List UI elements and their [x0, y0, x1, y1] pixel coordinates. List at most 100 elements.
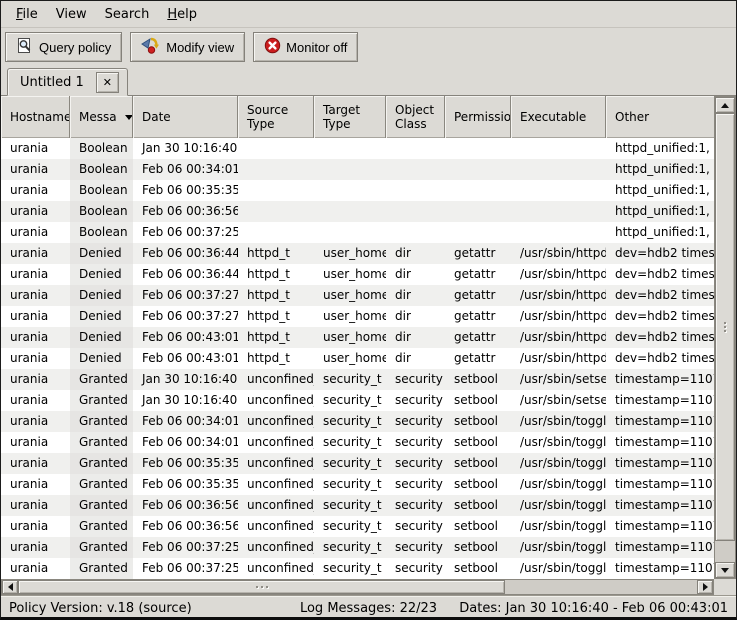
column-header-other[interactable]: Other	[606, 96, 714, 138]
column-header-hostname[interactable]: Hostname	[1, 96, 70, 138]
table-cell: setbool	[445, 453, 511, 474]
table-cell: /usr/sbin/toggle	[511, 537, 606, 558]
query-policy-label: Query policy	[39, 40, 111, 55]
table-row[interactable]: uraniaBooleanJan 30 10:16:40httpd_unifie…	[1, 138, 714, 159]
table-row[interactable]: uraniaGrantedFeb 06 00:34:01unconfined_s…	[1, 432, 714, 453]
table-cell: urania	[1, 369, 70, 390]
table-cell: unconfined_	[238, 474, 314, 495]
table-cell	[314, 180, 386, 201]
table-row[interactable]: uraniaGrantedFeb 06 00:35:35unconfined_s…	[1, 453, 714, 474]
app-window: FileViewSearchHelp Query policy	[0, 0, 737, 620]
table-cell: timestamp=11076	[606, 537, 714, 558]
monitor-off-button[interactable]: Monitor off	[253, 32, 358, 62]
table-cell: dev=hdb2 timesta	[606, 285, 714, 306]
table-cell: timestamp=11076	[606, 474, 714, 495]
column-header-permission[interactable]: Permission	[445, 96, 511, 138]
table-row[interactable]: uraniaDeniedFeb 06 00:37:27httpd_tuser_h…	[1, 285, 714, 306]
table-row[interactable]: uraniaBooleanFeb 06 00:36:56httpd_unifie…	[1, 201, 714, 222]
vertical-scrollbar-thumb[interactable]	[715, 113, 735, 541]
column-header-executable[interactable]: Executable	[511, 96, 606, 138]
table-cell: Boolean	[70, 222, 133, 243]
table-cell: httpd_t	[238, 348, 314, 369]
table-cell: Granted	[70, 495, 133, 516]
table-cell: dev=hdb2 timesta	[606, 306, 714, 327]
table-cell	[386, 138, 445, 159]
tab-label: Untitled 1	[20, 75, 84, 90]
table-row[interactable]: uraniaGrantedFeb 06 00:36:56unconfined_s…	[1, 495, 714, 516]
menu-view[interactable]: View	[47, 4, 96, 25]
table-row[interactable]: uraniaBooleanFeb 06 00:35:35httpd_unifie…	[1, 180, 714, 201]
table-row[interactable]: uraniaDeniedFeb 06 00:43:01httpd_tuser_h…	[1, 327, 714, 348]
table-row[interactable]: uraniaBooleanFeb 06 00:37:25httpd_unifie…	[1, 222, 714, 243]
menu-file[interactable]: File	[7, 4, 47, 25]
column-header-label: Object Class	[395, 103, 439, 132]
menu-help[interactable]: Help	[158, 4, 206, 25]
column-header-source-type[interactable]: Source Type	[238, 96, 314, 138]
table-cell: Granted	[70, 558, 133, 579]
column-header-date[interactable]: Date	[133, 96, 238, 138]
table-row[interactable]: uraniaDeniedFeb 06 00:36:44httpd_tuser_h…	[1, 264, 714, 285]
table-cell: Feb 06 00:37:25	[133, 537, 238, 558]
column-header-label: Target Type	[323, 103, 380, 132]
modify-view-icon	[141, 36, 161, 58]
column-header-object-class[interactable]: Object Class	[386, 96, 445, 138]
table-row[interactable]: uraniaGrantedFeb 06 00:37:25unconfined_s…	[1, 537, 714, 558]
tab-close-button[interactable]: ✕	[96, 72, 119, 93]
tab-untitled-1[interactable]: Untitled 1 ✕	[7, 68, 128, 96]
table-row[interactable]: uraniaDeniedFeb 06 00:43:01httpd_tuser_h…	[1, 348, 714, 369]
column-header-messa[interactable]: Messa	[70, 96, 133, 138]
modify-view-button[interactable]: Modify view	[130, 32, 245, 62]
table-row[interactable]: uraniaGrantedFeb 06 00:35:35unconfined_s…	[1, 474, 714, 495]
table-cell	[314, 222, 386, 243]
column-header-target-type[interactable]: Target Type	[314, 96, 386, 138]
table-cell: Granted	[70, 369, 133, 390]
vertical-scrollbar-track[interactable]	[715, 541, 735, 562]
query-policy-button[interactable]: Query policy	[5, 32, 122, 62]
table-cell: Denied	[70, 264, 133, 285]
table-cell: security	[386, 432, 445, 453]
table-row[interactable]: uraniaGrantedFeb 06 00:36:56unconfined_s…	[1, 516, 714, 537]
table-row[interactable]: uraniaGrantedFeb 06 00:34:01unconfined_s…	[1, 411, 714, 432]
table-cell: security	[386, 516, 445, 537]
table-cell: setbool	[445, 516, 511, 537]
table-cell	[386, 201, 445, 222]
table-cell: security_t	[314, 558, 386, 579]
table-cell: getattr	[445, 348, 511, 369]
menu-bar: FileViewSearchHelp	[1, 1, 736, 28]
table-cell: urania	[1, 222, 70, 243]
table-row[interactable]: uraniaGrantedJan 30 10:16:40unconfined_s…	[1, 390, 714, 411]
table-cell	[238, 222, 314, 243]
horizontal-scrollbar[interactable]	[1, 579, 714, 595]
scroll-down-button[interactable]	[715, 562, 735, 578]
scroll-left-button[interactable]	[2, 580, 18, 594]
horizontal-scrollbar-track[interactable]	[505, 580, 697, 594]
table-cell: /usr/sbin/toggle	[511, 495, 606, 516]
vertical-scrollbar[interactable]	[714, 96, 736, 579]
table-cell: urania	[1, 558, 70, 579]
table-cell: Feb 06 00:43:01	[133, 327, 238, 348]
column-header-label: Source Type	[247, 103, 308, 132]
table-cell: unconfined_	[238, 495, 314, 516]
table-row[interactable]: uraniaGrantedJan 30 10:16:40unconfined_s…	[1, 369, 714, 390]
menu-search[interactable]: Search	[96, 4, 159, 25]
table-row[interactable]: uraniaBooleanFeb 06 00:34:01httpd_unifie…	[1, 159, 714, 180]
table-cell	[445, 180, 511, 201]
table-cell: urania	[1, 516, 70, 537]
table-cell: /usr/sbin/toggle	[511, 474, 606, 495]
table-cell: httpd_unified:1, ht	[606, 138, 714, 159]
table-row[interactable]: uraniaDeniedFeb 06 00:37:27httpd_tuser_h…	[1, 306, 714, 327]
table-cell: httpd_t	[238, 306, 314, 327]
table-cell: httpd_t	[238, 243, 314, 264]
table-cell: httpd_unified:1, ht	[606, 222, 714, 243]
horizontal-scrollbar-thumb[interactable]	[18, 580, 505, 594]
table-cell: security	[386, 474, 445, 495]
table-row[interactable]: uraniaDeniedFeb 06 00:36:44httpd_tuser_h…	[1, 243, 714, 264]
table-row[interactable]: uraniaGrantedFeb 06 00:37:25unconfined_s…	[1, 558, 714, 579]
arrow-down-icon	[721, 568, 729, 573]
table-cell: /usr/sbin/httpd	[511, 348, 606, 369]
table-cell: security	[386, 390, 445, 411]
scroll-up-button[interactable]	[715, 97, 735, 113]
scroll-right-button[interactable]	[697, 580, 713, 594]
table-cell: unconfined_	[238, 537, 314, 558]
table-cell: httpd_t	[238, 327, 314, 348]
